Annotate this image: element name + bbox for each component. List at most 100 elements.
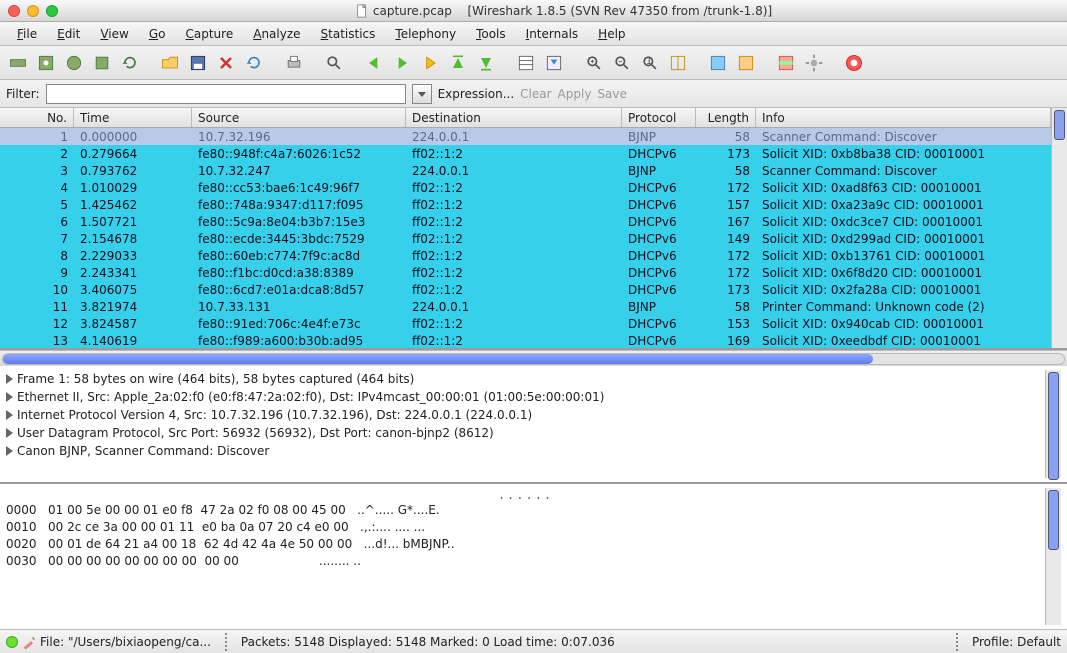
- interfaces-button[interactable]: [6, 51, 30, 75]
- colorize-button[interactable]: [514, 51, 538, 75]
- window-title-file: capture.pcap: [373, 4, 452, 18]
- close-button[interactable]: [214, 51, 238, 75]
- hex-scrollbar[interactable]: [1045, 488, 1061, 625]
- zoom-100-button[interactable]: 1: [638, 51, 662, 75]
- expand-icon[interactable]: [6, 374, 13, 384]
- auto-scroll-button[interactable]: [542, 51, 566, 75]
- toolbar: 1: [0, 46, 1067, 80]
- table-row[interactable]: 10.00000010.7.32.196224.0.0.1BJNP58Scann…: [0, 128, 1051, 145]
- window-controls: [8, 5, 58, 17]
- zoom-in-button[interactable]: [582, 51, 606, 75]
- minimize-window-button[interactable]: [27, 5, 39, 17]
- clear-button[interactable]: Clear: [520, 87, 551, 101]
- menu-capture[interactable]: Capture: [176, 25, 242, 43]
- restart-capture-button[interactable]: [118, 51, 142, 75]
- status-packets: Packets: 5148 Displayed: 5148 Marked: 0 …: [241, 635, 615, 649]
- stop-capture-button[interactable]: [90, 51, 114, 75]
- expression-button[interactable]: Expression...: [438, 87, 515, 101]
- detail-line[interactable]: Canon BJNP, Scanner Command: Discover: [6, 442, 1045, 460]
- close-window-button[interactable]: [8, 5, 20, 17]
- save-button[interactable]: [186, 51, 210, 75]
- apply-button[interactable]: Apply: [558, 87, 592, 101]
- packet-list-header: No. Time Source Destination Protocol Len…: [0, 108, 1051, 128]
- menu-view[interactable]: View: [91, 25, 137, 43]
- filter-input[interactable]: [46, 84, 406, 104]
- packet-rows: 10.00000010.7.32.196224.0.0.1BJNP58Scann…: [0, 128, 1051, 348]
- menu-file[interactable]: File: [8, 25, 46, 43]
- go-last-button[interactable]: [474, 51, 498, 75]
- capture-filters-button[interactable]: [706, 51, 730, 75]
- col-header-protocol[interactable]: Protocol: [622, 108, 696, 127]
- menu-analyze[interactable]: Analyze: [244, 25, 309, 43]
- packet-list-pane: No. Time Source Destination Protocol Len…: [0, 108, 1067, 350]
- horizontal-scrollbar[interactable]: [0, 350, 1067, 366]
- display-filters-button[interactable]: [734, 51, 758, 75]
- table-row[interactable]: 72.154678fe80::ecde:3445:3bdc:7529ff02::…: [0, 230, 1051, 247]
- filter-label: Filter:: [6, 87, 40, 101]
- menu-statistics[interactable]: Statistics: [312, 25, 385, 43]
- expand-icon[interactable]: [6, 428, 13, 438]
- help-button[interactable]: [842, 51, 866, 75]
- table-row[interactable]: 134.140619fe80::f989:a600:b30b:ad95ff02:…: [0, 332, 1051, 348]
- col-header-time[interactable]: Time: [74, 108, 192, 127]
- table-row[interactable]: 103.406075fe80::6cd7:e01a:dca8:8d57ff02:…: [0, 281, 1051, 298]
- menu-telephony[interactable]: Telephony: [386, 25, 465, 43]
- col-header-destination[interactable]: Destination: [406, 108, 622, 127]
- preferences-button[interactable]: [802, 51, 826, 75]
- menu-help[interactable]: Help: [589, 25, 634, 43]
- table-row[interactable]: 51.425462fe80::748a:9347:d117:f095ff02::…: [0, 196, 1051, 213]
- zoom-window-button[interactable]: [46, 5, 58, 17]
- vertical-scrollbar[interactable]: [1051, 108, 1067, 348]
- go-first-button[interactable]: [446, 51, 470, 75]
- detail-line[interactable]: Frame 1: 58 bytes on wire (464 bits), 58…: [6, 370, 1045, 388]
- menu-tools[interactable]: Tools: [467, 25, 515, 43]
- menu-edit[interactable]: Edit: [48, 25, 89, 43]
- table-row[interactable]: 92.243341fe80::f1bc:d0cd:a38:8389ff02::1…: [0, 264, 1051, 281]
- hex-dump[interactable]: 0000 01 00 5e 00 00 01 e0 f8 47 2a 02 f0…: [6, 502, 1045, 570]
- packet-details-pane: Frame 1: 58 bytes on wire (464 bits), 58…: [0, 366, 1067, 484]
- packet-bytes-pane: ...... 0000 01 00 5e 00 00 01 e0 f8 47 2…: [0, 484, 1067, 629]
- col-header-info[interactable]: Info: [756, 108, 1051, 127]
- detail-line[interactable]: Internet Protocol Version 4, Src: 10.7.3…: [6, 406, 1045, 424]
- table-row[interactable]: 123.824587fe80::91ed:706c:4e4f:e73cff02:…: [0, 315, 1051, 332]
- expand-icon[interactable]: [6, 392, 13, 402]
- find-button[interactable]: [322, 51, 346, 75]
- col-header-source[interactable]: Source: [192, 108, 406, 127]
- col-header-no[interactable]: No.: [0, 108, 74, 127]
- filter-dropdown[interactable]: [412, 84, 432, 104]
- table-row[interactable]: 113.82197410.7.33.131224.0.0.1BJNP58Prin…: [0, 298, 1051, 315]
- print-button[interactable]: [282, 51, 306, 75]
- menu-go[interactable]: Go: [140, 25, 175, 43]
- save-button[interactable]: Save: [597, 87, 626, 101]
- zoom-out-button[interactable]: [610, 51, 634, 75]
- coloring-rules-button[interactable]: [774, 51, 798, 75]
- start-capture-button[interactable]: [62, 51, 86, 75]
- document-icon: [355, 4, 369, 18]
- open-button[interactable]: [158, 51, 182, 75]
- capture-options-button[interactable]: [34, 51, 58, 75]
- details-scrollbar[interactable]: [1045, 370, 1061, 478]
- table-row[interactable]: 61.507721fe80::5c9a:8e04:b3b7:15e3ff02::…: [0, 213, 1051, 230]
- detail-line[interactable]: Ethernet II, Src: Apple_2a:02:f0 (e0:f8:…: [6, 388, 1045, 406]
- resize-cols-button[interactable]: [666, 51, 690, 75]
- annotation-icon[interactable]: [22, 635, 36, 649]
- reload-button[interactable]: [242, 51, 266, 75]
- expand-icon[interactable]: [6, 410, 13, 420]
- detail-line[interactable]: User Datagram Protocol, Src Port: 56932 …: [6, 424, 1045, 442]
- goto-button[interactable]: [418, 51, 442, 75]
- table-row[interactable]: 82.229033fe80::60eb:c774:7f9c:ac8dff02::…: [0, 247, 1051, 264]
- svg-text:1: 1: [646, 55, 652, 66]
- col-header-length[interactable]: Length: [696, 108, 756, 127]
- table-row[interactable]: 30.79376210.7.32.247224.0.0.1BJNP58Scann…: [0, 162, 1051, 179]
- menu-internals[interactable]: Internals: [517, 25, 588, 43]
- table-row[interactable]: 41.010029fe80::cc53:bae6:1c49:96f7ff02::…: [0, 179, 1051, 196]
- back-button[interactable]: [362, 51, 386, 75]
- status-file: File: "/Users/bixiaopeng/ca...: [40, 635, 211, 649]
- hex-prelude: ......: [6, 488, 1045, 502]
- table-row[interactable]: 20.279664fe80::948f:c4a7:6026:1c52ff02::…: [0, 145, 1051, 162]
- expand-icon[interactable]: [6, 446, 13, 456]
- status-profile[interactable]: Profile: Default: [972, 635, 1061, 649]
- titlebar: capture.pcap [Wireshark 1.8.5 (SVN Rev 4…: [0, 0, 1067, 22]
- expert-info-led-icon[interactable]: [6, 636, 18, 648]
- forward-button[interactable]: [390, 51, 414, 75]
